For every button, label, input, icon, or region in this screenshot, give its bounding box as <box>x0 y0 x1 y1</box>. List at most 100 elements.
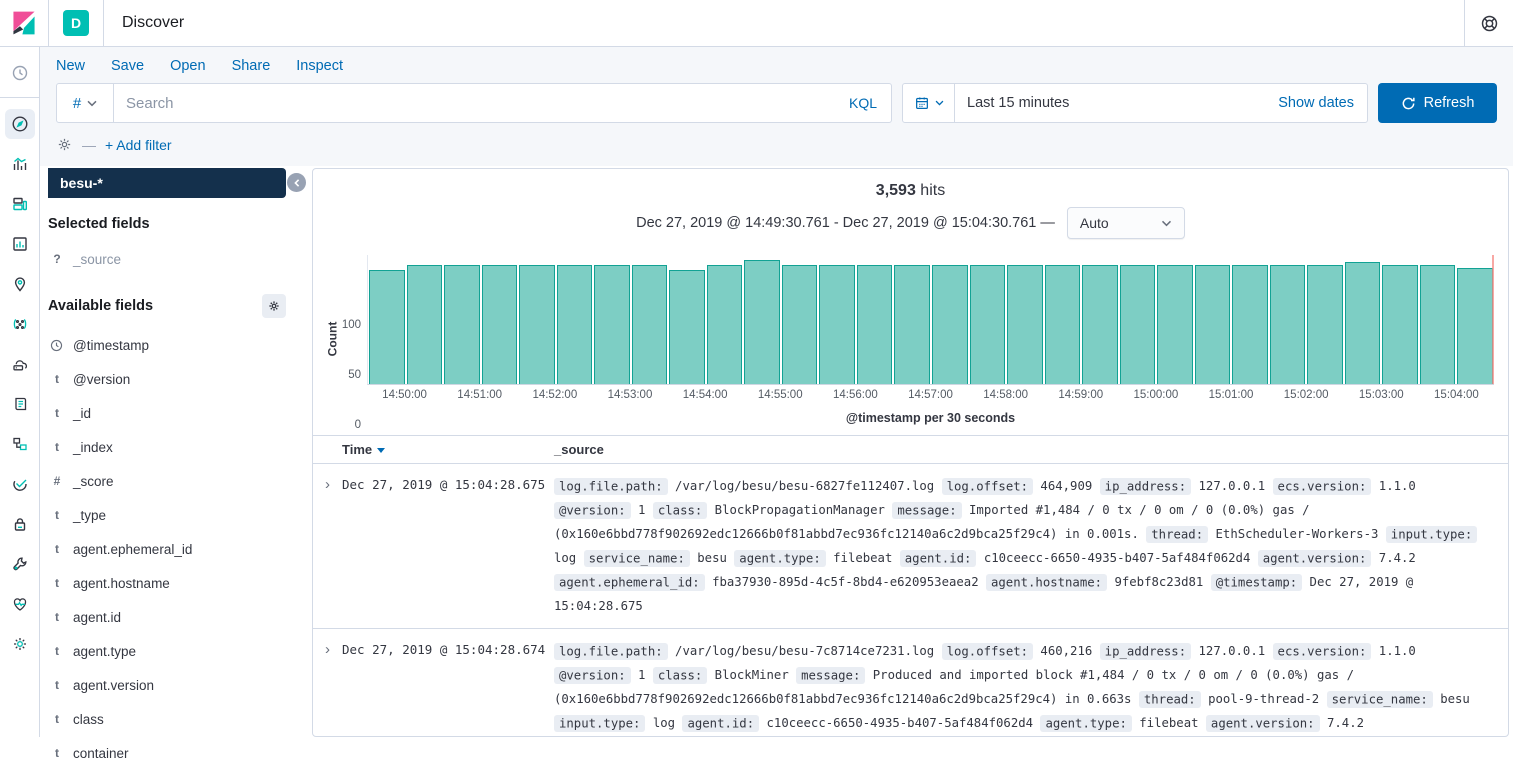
field-item-agent.hostname[interactable]: tagent.hostname <box>48 566 300 600</box>
source-field-name: class: <box>653 667 707 684</box>
time-column-header[interactable]: Time <box>342 442 554 457</box>
histogram-bar[interactable] <box>407 265 443 384</box>
kql-toggle[interactable]: KQL <box>835 84 891 122</box>
collapse-sidebar-button[interactable] <box>287 173 306 192</box>
nav-uptime[interactable] <box>0 464 40 504</box>
doc-source: log.file.path: /var/log/besu/besu-7c8714… <box>554 639 1508 737</box>
filter-settings-gear-icon[interactable] <box>56 136 73 153</box>
x-axis-ticks: 14:50:0014:51:0014:52:0014:53:0014:54:00… <box>367 389 1494 407</box>
nav-apm[interactable] <box>0 344 40 384</box>
histogram-bar[interactable] <box>819 265 855 384</box>
histogram-bar[interactable] <box>594 265 630 384</box>
histogram-bar[interactable] <box>1307 265 1343 384</box>
field-settings-button[interactable] <box>262 294 286 318</box>
histogram-bar[interactable] <box>519 265 555 384</box>
field-item-agent.id[interactable]: tagent.id <box>48 600 300 634</box>
time-range-value[interactable]: Last 15 minutes <box>955 95 1265 111</box>
nav-infrastructure[interactable] <box>0 424 40 464</box>
nav-management[interactable] <box>0 624 40 664</box>
histogram-bar[interactable] <box>1120 265 1156 384</box>
histogram-bar[interactable] <box>1007 265 1043 384</box>
nav-canvas[interactable] <box>0 224 40 264</box>
nav-machine-learning[interactable] <box>0 304 40 344</box>
show-dates-button[interactable]: Show dates <box>1265 95 1367 111</box>
histogram-bar[interactable] <box>482 265 518 384</box>
field-item-_score[interactable]: #_score <box>48 464 300 498</box>
field-item-_source[interactable]: ?_source <box>48 242 300 276</box>
query-header: NewSaveOpenShareInspect # KQL Last 15 mi <box>40 47 1513 166</box>
nav-dev-tools[interactable] <box>0 544 40 584</box>
x-axis-tick-label: 15:03:00 <box>1359 389 1404 401</box>
histogram-bar[interactable] <box>970 265 1006 384</box>
field-item-_type[interactable]: t_type <box>48 498 300 532</box>
expand-row-icon[interactable]: › <box>313 639 342 737</box>
chevron-down-icon <box>935 100 944 106</box>
field-item-_id[interactable]: t_id <box>48 396 300 430</box>
nav-link-inspect[interactable]: Inspect <box>296 58 343 74</box>
x-axis-tick-label: 15:02:00 <box>1284 389 1329 401</box>
current-time-marker <box>1492 255 1494 384</box>
discover-breadcrumb-badge[interactable]: D <box>63 10 89 36</box>
histogram-bar[interactable] <box>557 265 593 384</box>
histogram-bar[interactable] <box>444 265 480 384</box>
query-language-filter-button[interactable]: # <box>57 84 114 122</box>
histogram-bar[interactable] <box>1420 265 1456 384</box>
refresh-button[interactable]: Refresh <box>1378 83 1497 123</box>
histogram-bar[interactable] <box>1232 265 1268 384</box>
histogram-bar[interactable] <box>782 265 818 384</box>
field-item-container[interactable]: tcontainer <box>48 736 300 770</box>
kibana-logo[interactable] <box>0 0 49 46</box>
nav-dashboard[interactable] <box>0 184 40 224</box>
x-axis-tick-label: 14:53:00 <box>608 389 653 401</box>
field-item-agent.type[interactable]: tagent.type <box>48 634 300 668</box>
nav-link-new[interactable]: New <box>56 58 85 74</box>
histogram-bar[interactable] <box>1457 268 1493 384</box>
field-sidebar: besu-* Selected fields ?_source Availabl… <box>48 168 300 737</box>
field-item-@timestamp[interactable]: @timestamp <box>48 328 300 362</box>
field-name: @version <box>73 372 130 387</box>
nav-logs[interactable] <box>0 384 40 424</box>
histogram-bar[interactable] <box>857 265 893 384</box>
recently-viewed-button[interactable] <box>0 53 40 93</box>
histogram-bar[interactable] <box>1082 265 1118 384</box>
sort-descending-icon[interactable] <box>377 448 385 453</box>
histogram-bar[interactable] <box>1157 265 1193 384</box>
index-pattern-selector[interactable]: besu-* <box>48 168 286 198</box>
help-button[interactable] <box>1464 0 1513 46</box>
nav-link-share[interactable]: Share <box>232 58 271 74</box>
field-item-class[interactable]: tclass <box>48 702 300 736</box>
nav-visualize[interactable] <box>0 144 40 184</box>
histogram-bar[interactable] <box>369 270 405 384</box>
chart-date-range: Dec 27, 2019 @ 14:49:30.761 - Dec 27, 20… <box>636 215 1055 231</box>
nav-stack-monitoring[interactable] <box>0 584 40 624</box>
histogram-bar[interactable] <box>1345 262 1381 384</box>
histogram-bar[interactable] <box>1195 265 1231 384</box>
interval-select[interactable]: Auto <box>1067 207 1185 239</box>
histogram-bar[interactable] <box>744 260 780 384</box>
nav-discover[interactable] <box>0 104 40 144</box>
expand-row-icon[interactable]: › <box>313 474 342 618</box>
field-item-agent.version[interactable]: tagent.version <box>48 668 300 702</box>
nav-link-open[interactable]: Open <box>170 58 205 74</box>
histogram-bar[interactable] <box>1045 265 1081 384</box>
histogram-bar[interactable] <box>1270 265 1306 384</box>
nav-maps[interactable] <box>0 264 40 304</box>
nav-link-save[interactable]: Save <box>111 58 144 74</box>
field-item-agent.ephemeral_id[interactable]: tagent.ephemeral_id <box>48 532 300 566</box>
histogram-bar[interactable] <box>932 265 968 384</box>
histogram-bar[interactable] <box>1382 265 1418 384</box>
histogram-bar[interactable] <box>707 265 743 384</box>
nav-security[interactable] <box>0 504 40 544</box>
histogram-bar[interactable] <box>669 270 705 384</box>
field-item-@version[interactable]: t@version <box>48 362 300 396</box>
histogram-bar[interactable] <box>632 265 668 384</box>
heartbeat-icon <box>11 595 29 613</box>
source-field-name: agent.id: <box>682 715 759 732</box>
add-filter-button[interactable]: + Add filter <box>105 137 172 153</box>
field-item-_index[interactable]: t_index <box>48 430 300 464</box>
map-pin-icon <box>11 275 29 293</box>
search-input[interactable] <box>114 84 835 122</box>
histogram-bar[interactable] <box>894 265 930 384</box>
calendar-button[interactable] <box>903 84 955 122</box>
breadcrumb[interactable]: D <box>49 0 104 46</box>
